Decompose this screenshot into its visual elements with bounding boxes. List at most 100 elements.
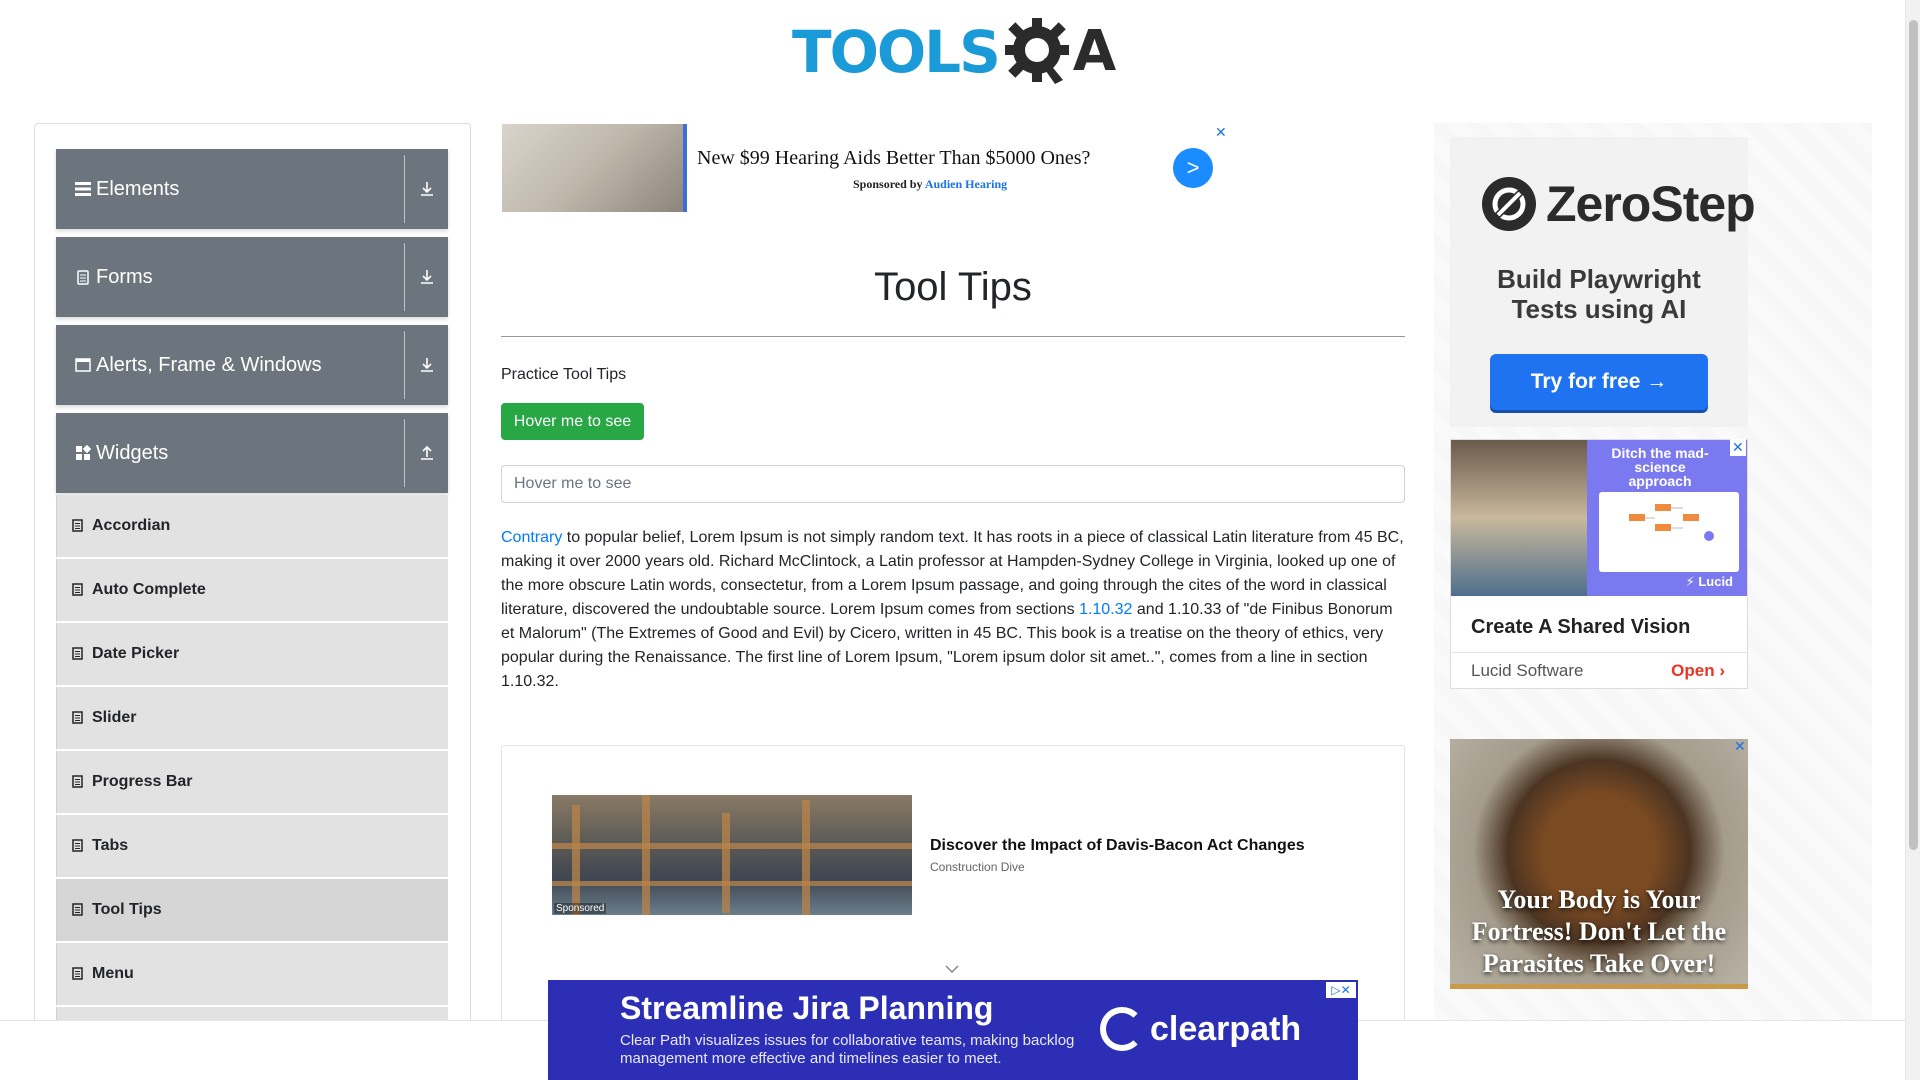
ad-image[interactable]: Sponsored [552, 795, 912, 915]
ad-source: Construction Dive [930, 860, 1025, 874]
ad-title: New $99 Hearing Aids Better Than $5000 O… [697, 147, 1091, 169]
ad-image [502, 124, 687, 212]
document-icon [72, 647, 84, 661]
sidebar-group-forms[interactable]: Forms [56, 237, 448, 317]
ad-headline: Streamline Jira Planning [620, 990, 994, 1026]
page-title: Tool Tips [874, 265, 1032, 309]
close-icon[interactable]: ✕ [1215, 124, 1227, 141]
ad-footer: Lucid Software Open › [1451, 652, 1747, 688]
sidebar-item-label: Slider [92, 709, 137, 726]
practice-label: Practice Tool Tips [501, 366, 627, 383]
scrollbar-thumb[interactable] [1909, 20, 1918, 850]
group-label: Alerts, Frame & Windows [96, 353, 322, 376]
section-link[interactable]: 1.10.32 [1079, 601, 1132, 618]
sidebar-item-accordian[interactable]: Accordian [56, 495, 448, 557]
ad-bar [1450, 984, 1748, 989]
sponsored-label: Sponsored [554, 903, 607, 914]
chevron-down-icon[interactable] [944, 961, 960, 974]
ad-photo [1451, 440, 1587, 596]
right-ad-column: ZeroStep Build Playwright Tests using AI… [1434, 123, 1872, 1080]
sidebar-item-list: Accordian Auto Complete Date Picker Slid… [56, 495, 448, 1071]
sidebar-item-date-picker[interactable]: Date Picker [56, 623, 448, 685]
site-header: TOOLS A [0, 0, 1905, 110]
try-for-free-button[interactable]: Try for free → [1490, 354, 1708, 410]
sidebar-item-tabs[interactable]: Tabs [56, 815, 448, 877]
group-label: Elements [96, 177, 180, 200]
sidebar-item-label: Tool Tips [92, 901, 162, 918]
toolsqa-logo[interactable]: TOOLS A [792, 12, 1117, 92]
widgets-icon [74, 444, 92, 462]
download-icon[interactable] [405, 237, 448, 317]
clearpath-ad[interactable]: Streamline Jira Planning Clear Path visu… [548, 980, 1358, 1080]
document-icon [72, 967, 84, 981]
sidebar-item-menu[interactable]: Menu [56, 943, 448, 1005]
zerostep-logo-icon [1482, 177, 1536, 231]
sidebar-group-alerts-frame-windows[interactable]: Alerts, Frame & Windows [56, 325, 448, 405]
ad-advertiser: Lucid Software [1471, 661, 1584, 680]
close-icon[interactable]: ▷✕ [1326, 982, 1356, 998]
document-icon [74, 268, 92, 286]
gear-icon [1001, 14, 1077, 90]
upload-icon[interactable] [405, 413, 448, 493]
ad-title[interactable]: Discover the Impact of Davis-Bacon Act C… [930, 837, 1305, 855]
clearpath-logo: clearpath [1100, 1007, 1301, 1051]
group-label: Widgets [96, 441, 169, 464]
close-icon[interactable]: ✕ [1734, 738, 1746, 755]
sidebar-group-widgets[interactable]: Widgets [56, 413, 448, 493]
sidebar-item-label: Menu [92, 965, 134, 982]
hover-input[interactable] [501, 465, 1405, 503]
sidebar-item-label: Accordian [92, 517, 171, 534]
document-icon [72, 711, 84, 725]
divider [501, 336, 1405, 337]
logo-text: TOOLS [792, 18, 1001, 86]
sidebar-item-slider[interactable]: Slider [56, 687, 448, 749]
zerostep-ad[interactable]: ZeroStep Build Playwright Tests using AI… [1450, 137, 1756, 427]
hover-button[interactable]: Hover me to see [501, 403, 644, 440]
sponsor-link[interactable]: Audien Hearing [925, 177, 1007, 191]
ad-headline: Create A Shared Vision [1471, 616, 1691, 638]
ad-headline: Your Body is Your Fortress! Don't Let th… [1471, 885, 1727, 978]
document-icon [72, 903, 84, 917]
sidebar-item-label: Auto Complete [92, 581, 206, 598]
hearing-aid-ad[interactable]: New $99 Hearing Aids Better Than $5000 O… [501, 123, 1229, 213]
sidebar-item-progress-bar[interactable]: Progress Bar [56, 751, 448, 813]
download-icon[interactable] [405, 149, 448, 229]
ad-screen [1599, 492, 1739, 572]
lorem-paragraph: Contrary to popular belief, Lorem Ipsum … [501, 526, 1405, 694]
ad-brand: clearpath [1150, 1009, 1302, 1048]
sidebar-item-auto-complete[interactable]: Auto Complete [56, 559, 448, 621]
lucid-logo: ⚡ Lucid [1685, 574, 1733, 589]
sidebar-group-elements[interactable]: Elements [56, 149, 448, 229]
ad-arrow-button[interactable]: > [1173, 148, 1213, 188]
document-icon [72, 775, 84, 789]
ad-subtitle: Clear Path visualizes issues for collabo… [620, 1032, 1075, 1067]
download-icon[interactable] [405, 325, 448, 405]
document-icon [72, 839, 84, 853]
ad-sponsor: Sponsored by Audien Hearing [853, 177, 1007, 192]
contrary-link[interactable]: Contrary [501, 529, 562, 546]
sidebar-item-label: Date Picker [92, 645, 180, 662]
ad-headline: Tests using AI [1511, 294, 1687, 324]
close-icon[interactable]: ✕ [1730, 439, 1746, 456]
open-button[interactable]: Open › [1671, 661, 1725, 681]
ad-brand: ZeroStep [1546, 176, 1756, 232]
ad-image: Ditch the mad-science approach ⚡ Lucid [1451, 440, 1747, 596]
page-scrollbar[interactable] [1905, 0, 1920, 1080]
sidebar: Elements Forms Alerts, Frame & Windows W… [34, 123, 471, 1080]
sidebar-item-tool-tips[interactable]: Tool Tips [56, 879, 448, 941]
group-label: Forms [96, 265, 153, 288]
sidebar-item-label: Progress Bar [92, 773, 193, 790]
logo-suffix: A [1072, 19, 1117, 84]
ad-panel-text: Ditch the mad-science approach [1611, 445, 1709, 489]
document-icon [72, 519, 84, 533]
sponsored-label: Sponsored by [853, 177, 923, 191]
lucid-ad[interactable]: Ditch the mad-science approach ⚡ Lucid C… [1450, 439, 1748, 689]
window-icon [74, 356, 92, 374]
clearpath-logo-icon [1100, 1007, 1144, 1051]
ad-headline: Build Playwright [1497, 264, 1701, 294]
hamburger-icon [74, 180, 92, 198]
parasite-ad[interactable]: Your Body is Your Fortress! Don't Let th… [1450, 739, 1748, 989]
sidebar-item-label: Tabs [92, 837, 129, 854]
document-icon [72, 583, 84, 597]
ad-panel: Ditch the mad-science approach ⚡ Lucid [1587, 440, 1747, 596]
